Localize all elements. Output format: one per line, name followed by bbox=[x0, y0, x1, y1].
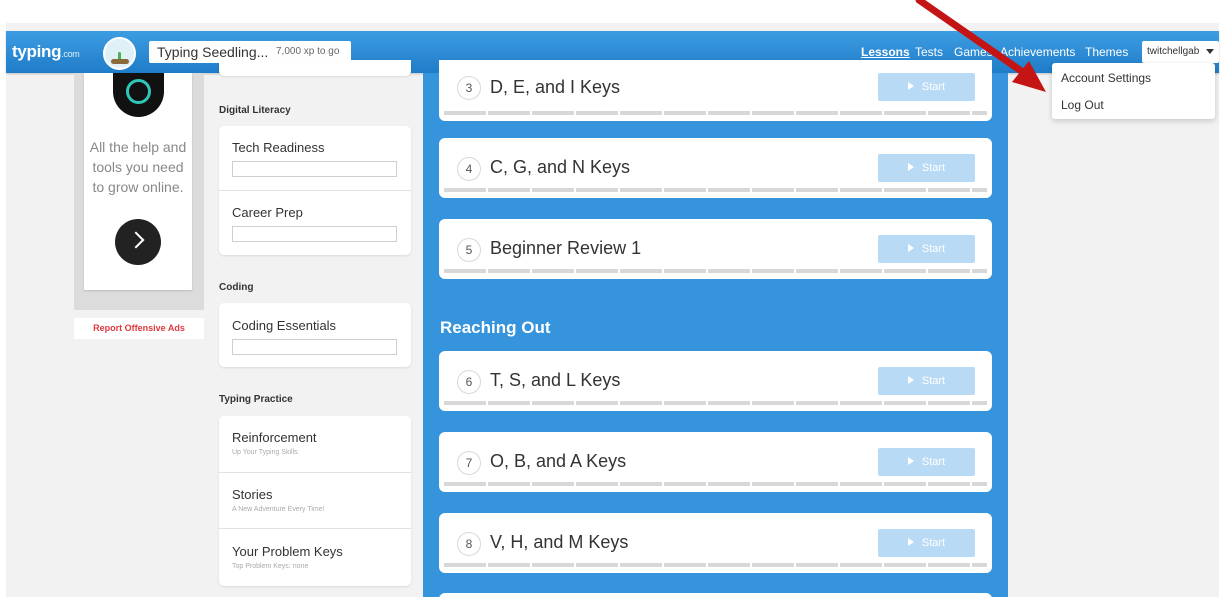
page: typing.com Typing Seedling... 7,000 xp t… bbox=[0, 0, 1226, 600]
annotation-arrow bbox=[915, 0, 1046, 92]
annotation-arrow-shaft bbox=[915, 0, 1031, 79]
